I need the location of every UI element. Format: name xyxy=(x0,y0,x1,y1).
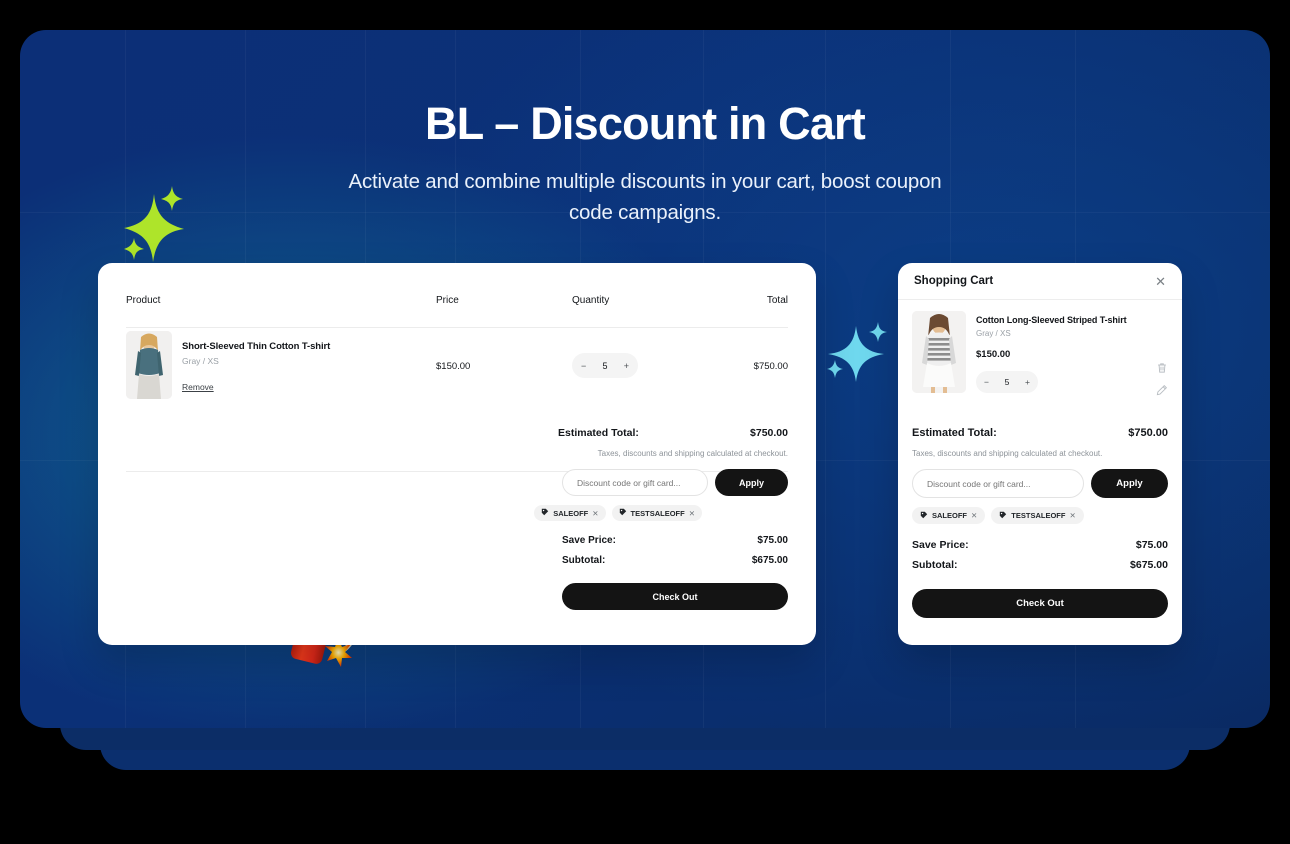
save-price-value: $75.00 xyxy=(1135,539,1168,551)
product-line-total: $750.00 xyxy=(753,361,788,372)
quantity-increase-button[interactable]: + xyxy=(1025,377,1030,387)
product-variant: Gray / XS xyxy=(976,329,1011,338)
remove-discount-icon[interactable]: ✕ xyxy=(689,509,695,518)
checkout-button[interactable]: Check Out xyxy=(562,583,788,610)
discount-code-input[interactable] xyxy=(912,469,1084,498)
discount-chip[interactable]: TESTSALEOFF ✕ xyxy=(611,505,702,521)
estimated-total-row: Estimated Total: $750.00 xyxy=(558,427,788,439)
discount-chip-label: SALEOFF xyxy=(932,511,967,520)
tag-icon xyxy=(920,511,928,521)
product-title: Cotton Long-Sleeved Striped T-shirt xyxy=(976,315,1127,325)
trash-icon[interactable] xyxy=(1156,361,1168,373)
remove-discount-icon[interactable]: ✕ xyxy=(1069,511,1075,520)
green-sparkle-icon xyxy=(110,172,206,268)
discount-code-input[interactable] xyxy=(562,469,708,496)
tag-icon xyxy=(541,508,549,518)
divider xyxy=(898,299,1182,300)
divider xyxy=(126,327,788,328)
apply-discount-button[interactable]: Apply xyxy=(1091,469,1168,498)
drawer-product-info: Cotton Long-Sleeved Striped T-shirt Gray… xyxy=(976,315,1142,360)
quantity-decrease-button[interactable]: − xyxy=(581,361,586,371)
save-price-label: Save Price: xyxy=(912,539,969,551)
quantity-increase-button[interactable]: + xyxy=(624,361,629,371)
applied-discount-chips: SALEOFF ✕ TESTSALEOFF ✕ xyxy=(912,507,1084,524)
subtotal-row: Subtotal: $675.00 xyxy=(562,555,788,566)
quantity-stepper[interactable]: − 5 + xyxy=(976,371,1038,393)
product-price: $150.00 xyxy=(976,349,1011,360)
quantity-value[interactable]: 5 xyxy=(602,361,607,371)
estimated-total-value: $750.00 xyxy=(1128,427,1168,439)
remove-discount-icon[interactable]: ✕ xyxy=(592,509,598,518)
product-title: Short-Sleeved Thin Cotton T-shirt xyxy=(182,341,331,352)
page-subtitle: Activate and combine multiple discounts … xyxy=(348,170,942,224)
estimated-total-label: Estimated Total: xyxy=(558,427,639,439)
subtotal-row: Subtotal: $675.00 xyxy=(912,559,1168,571)
subtotal-value: $675.00 xyxy=(751,555,788,566)
column-header-price: Price xyxy=(436,295,459,306)
column-header-quantity: Quantity xyxy=(572,295,610,306)
discount-chip-label: TESTSALEOFF xyxy=(1011,511,1066,520)
estimated-total-value: $750.00 xyxy=(750,427,788,439)
drawer-header: Shopping Cart ✕ xyxy=(898,263,1182,299)
quantity-value[interactable]: 5 xyxy=(1005,377,1010,387)
cart-table-header: Product Price Quantity Total xyxy=(126,295,788,317)
estimated-total-row: Estimated Total: $750.00 xyxy=(912,427,1168,439)
product-variant: Gray / XS xyxy=(182,356,219,366)
cart-drawer-card: Shopping Cart ✕ Cotton Long-Sleeved Stri… xyxy=(898,263,1182,645)
tax-note: Taxes, discounts and shipping calculated… xyxy=(912,449,1103,458)
discount-form: Apply xyxy=(912,469,1168,498)
discount-chip-label: TESTSALEOFF xyxy=(630,508,685,518)
discount-chip[interactable]: TESTSALEOFF ✕ xyxy=(991,507,1084,524)
quantity-stepper[interactable]: − 5 + xyxy=(572,353,638,378)
checkout-button[interactable]: Check Out xyxy=(912,589,1168,618)
page-title: BL – Discount in Cart xyxy=(425,98,866,149)
column-header-product: Product xyxy=(126,295,161,306)
subtotal-label: Subtotal: xyxy=(562,555,606,566)
save-price-label: Save Price: xyxy=(562,535,616,546)
product-price: $150.00 xyxy=(436,361,471,372)
drawer-item-actions xyxy=(1156,361,1168,396)
quantity-decrease-button[interactable]: − xyxy=(984,377,989,387)
tax-note: Taxes, discounts and shipping calculated… xyxy=(597,449,788,458)
applied-discount-chips: SALEOFF ✕ TESTSALEOFF ✕ xyxy=(534,505,702,521)
subtotal-label: Subtotal: xyxy=(912,559,958,571)
remove-discount-icon[interactable]: ✕ xyxy=(971,511,977,520)
save-price-row: Save Price: $75.00 xyxy=(912,539,1168,551)
subtotal-value: $675.00 xyxy=(1130,559,1168,571)
drawer-line-item: Cotton Long-Sleeved Striped T-shirt Gray… xyxy=(912,311,1168,409)
apply-discount-button[interactable]: Apply xyxy=(715,469,788,496)
discount-chip[interactable]: SALEOFF ✕ xyxy=(534,505,606,521)
cart-page-card: Product Price Quantity Total Short-Sleev… xyxy=(98,263,816,645)
discount-form: Apply xyxy=(562,469,788,496)
tag-icon xyxy=(619,508,627,518)
product-info: Short-Sleeved Thin Cotton T-shirt Gray /… xyxy=(182,341,330,392)
save-price-row: Save Price: $75.00 xyxy=(562,535,788,546)
cyan-sparkle-icon xyxy=(816,310,896,390)
column-header-total: Total xyxy=(766,295,788,306)
estimated-total-label: Estimated Total: xyxy=(912,427,997,439)
close-icon[interactable]: ✕ xyxy=(1155,275,1166,288)
tag-icon xyxy=(999,511,1007,521)
discount-chip-label: SALEOFF xyxy=(553,508,589,518)
product-thumbnail[interactable] xyxy=(126,331,172,399)
product-thumbnail[interactable] xyxy=(912,311,966,393)
drawer-title: Shopping Cart xyxy=(914,275,994,287)
remove-item-link[interactable]: Remove xyxy=(182,382,330,392)
discount-chip[interactable]: SALEOFF ✕ xyxy=(912,507,986,524)
pencil-icon[interactable] xyxy=(1156,383,1168,396)
save-price-value: $75.00 xyxy=(757,535,788,546)
